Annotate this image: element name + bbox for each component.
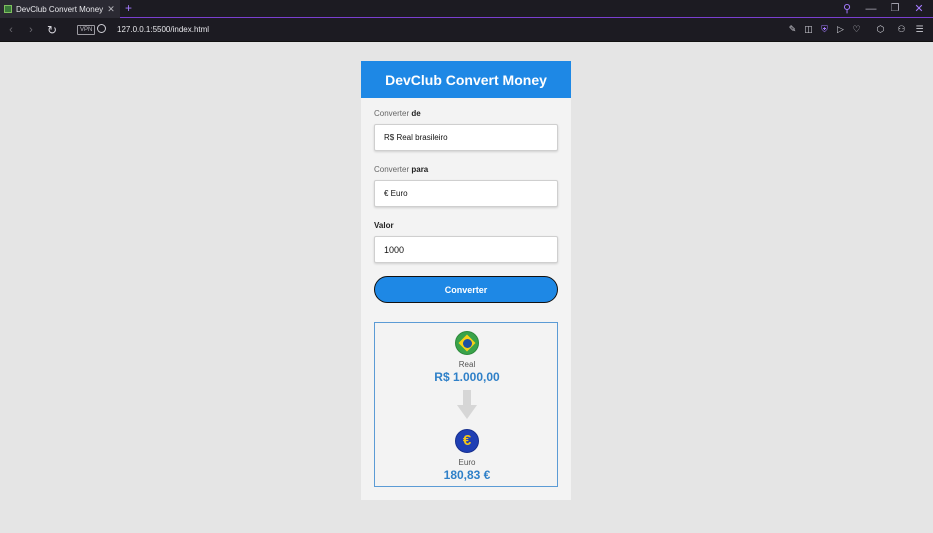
tab-favicon-icon xyxy=(4,5,12,13)
close-window-icon[interactable]: ✕ xyxy=(910,1,928,17)
address-bar[interactable]: 127.0.0.1:5500/index.html xyxy=(117,25,209,34)
brazil-flag-icon xyxy=(455,331,479,355)
browser-tab[interactable]: DevClub Convert Money ✕ xyxy=(0,0,120,18)
to-currency-value: € Euro xyxy=(384,189,408,198)
to-label-prefix: Converter xyxy=(374,165,412,174)
to-currency-name: Euro xyxy=(458,458,476,467)
euro-flag-icon: € xyxy=(455,429,479,453)
from-currency-value: R$ Real brasileiro xyxy=(384,133,448,142)
from-label: Converter de xyxy=(374,109,558,119)
minimize-icon[interactable]: — xyxy=(862,1,880,17)
tab-title: DevClub Convert Money xyxy=(16,4,104,14)
from-label-prefix: Converter xyxy=(374,109,412,118)
converter-card: DevClub Convert Money Converter de R$ Re… xyxy=(361,61,571,500)
tab-bar: DevClub Convert Money ✕ + ⚲ — ❐ ✕ xyxy=(0,0,933,18)
restore-icon[interactable]: ❐ xyxy=(886,1,904,17)
back-icon[interactable]: ‹ xyxy=(4,22,18,38)
new-tab-button[interactable]: + xyxy=(125,1,132,15)
forward-icon[interactable]: › xyxy=(24,22,38,38)
to-label: Converter para xyxy=(374,165,558,175)
vpn-badge[interactable]: VPN xyxy=(77,25,96,35)
profile-icon[interactable]: ⚇ xyxy=(896,24,907,35)
tab-search-icon[interactable]: ⚲ xyxy=(838,1,856,17)
from-currency-select[interactable]: R$ Real brasileiro xyxy=(374,124,558,151)
navigation-bar: ‹ › ↻ VPN 127.0.0.1:5500/index.html ✎ ◫ … xyxy=(0,18,933,42)
tab-close-icon[interactable]: ✕ xyxy=(106,4,116,15)
heart-icon[interactable]: ♡ xyxy=(851,24,862,35)
edit-icon[interactable]: ✎ xyxy=(787,24,798,35)
to-label-bold: para xyxy=(411,165,429,174)
to-currency-select[interactable]: € Euro xyxy=(374,180,558,207)
amount-input[interactable]: 1000 xyxy=(374,236,558,263)
reload-icon[interactable]: ↻ xyxy=(45,22,59,38)
from-currency-name: Real xyxy=(458,360,476,369)
box-icon[interactable]: ⬡ xyxy=(875,24,886,35)
amount-input-value: 1000 xyxy=(384,244,405,255)
camera-icon[interactable]: ◫ xyxy=(803,24,814,35)
menu-icon[interactable]: ☰ xyxy=(914,24,925,35)
result-panel: Real R$ 1.000,00 € Euro 180,83 € xyxy=(374,322,558,487)
convert-button[interactable]: Converter xyxy=(374,276,558,303)
from-currency-amount: R$ 1.000,00 xyxy=(434,370,500,384)
send-icon[interactable]: ▷ xyxy=(835,24,846,35)
page-title: DevClub Convert Money xyxy=(361,61,571,98)
shield-icon[interactable]: ⛨ xyxy=(819,24,830,35)
converter-form: Converter de R$ Real brasileiro Converte… xyxy=(361,109,571,303)
globe-icon xyxy=(97,24,106,33)
amount-label: Valor xyxy=(374,221,558,231)
amount-label-text: Valor xyxy=(374,221,394,230)
from-label-bold: de xyxy=(411,109,421,118)
to-currency-amount: 180,83 € xyxy=(443,468,491,482)
arrow-down-icon xyxy=(457,390,477,419)
